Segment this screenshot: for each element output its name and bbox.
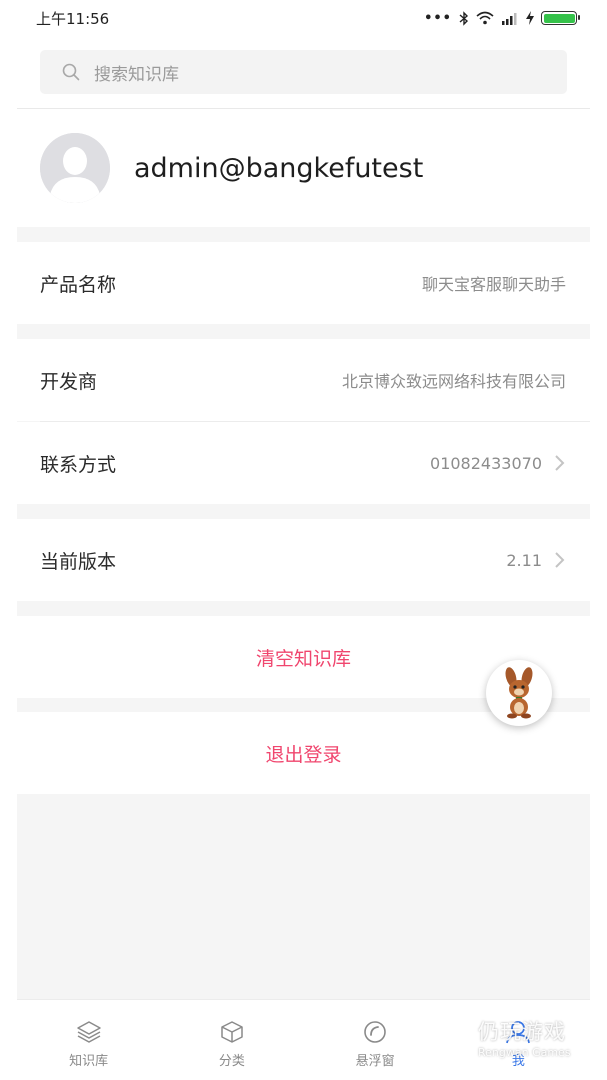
tab-label: 悬浮窗 [355,1054,395,1069]
row-label: 产品名称 [40,273,117,296]
product-name-row: 产品名称 聊天宝客服聊天助手 [17,242,590,324]
search-icon [62,63,80,81]
floating-ball[interactable] [486,660,552,726]
dots-icon: ••• [424,10,452,26]
cube-icon [221,1021,243,1043]
search-placeholder: 搜索知识库 [94,64,179,85]
wifi-icon [476,11,494,25]
contact-row[interactable]: 联系方式 01082433070 [17,422,590,504]
rabbit-mascot-icon [505,667,533,719]
tab-category[interactable]: 分类 [160,1000,303,1080]
status-icons: ••• [424,10,580,26]
profile-card[interactable]: admin@bangkefutest [17,109,590,227]
signal-icon [502,12,517,25]
floating-window-icon [364,1021,386,1043]
status-time: 上午11:56 [36,9,110,28]
bluetooth-icon [459,10,469,26]
row-label: 联系方式 [40,453,117,476]
row-label: 当前版本 [40,550,117,573]
row-value: 北京博众致远网络科技有限公司 [341,372,566,391]
row-value: 2.11 [506,550,542,570]
row-value: 01082433070 [430,453,542,473]
search-input[interactable]: 搜索知识库 [40,50,567,94]
watermark: 仍玩游戏 Rengwan Games [428,1012,603,1062]
watermark-subtitle: Rengwan Games [478,1045,571,1059]
avatar[interactable] [40,133,110,203]
version-row[interactable]: 当前版本 2.11 [17,519,590,601]
battery-icon [541,11,580,25]
developer-row: 开发商 北京博众致远网络科技有限公司 [17,339,590,421]
status-bar: 上午11:56 ••• [0,0,607,36]
tab-label: 知识库 [69,1054,109,1069]
watermark-title: 仍玩游戏 [478,1019,566,1044]
charging-icon [526,11,534,25]
tab-label: 分类 [218,1054,245,1069]
profile-username: admin@bangkefutest [134,152,424,184]
chevron-right-icon [555,552,565,568]
logout-button[interactable]: 退出登录 [17,712,590,794]
chevron-right-icon [555,455,565,471]
watermark-logo-icon [432,1019,468,1055]
tab-floating-window[interactable]: 悬浮窗 [304,1000,447,1080]
row-label: 开发商 [40,370,98,393]
layers-icon [76,1021,101,1043]
default-avatar-icon [40,133,110,203]
row-value: 聊天宝客服聊天助手 [421,275,566,294]
settings-content: admin@bangkefutest 产品名称 聊天宝客服聊天助手 开发商 北京… [17,109,590,999]
tab-knowledge-base[interactable]: 知识库 [17,1000,160,1080]
